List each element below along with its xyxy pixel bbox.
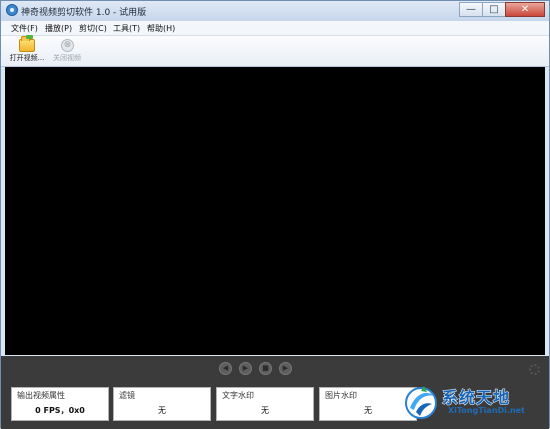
filter-panel[interactable]: 滤镜 无 xyxy=(113,387,211,421)
site-watermark: 系统天地 XiTongTianDi.net xyxy=(398,380,548,426)
settings-gear-icon[interactable] xyxy=(529,364,540,375)
play-icon[interactable]: ▶ xyxy=(239,362,252,375)
toolbar: 打开视频... ⊗ 关闭视频 xyxy=(1,35,549,67)
output-properties-panel[interactable]: 输出视频属性 0 FPS，0x0 xyxy=(11,387,109,421)
open-folder-icon xyxy=(19,35,35,52)
close-video-label: 关闭视频 xyxy=(53,54,81,62)
watermark-url: XiTongTianDi.net xyxy=(448,406,525,415)
text-watermark-title: 文字水印 xyxy=(222,391,254,400)
app-window: 神奇视频剪切软件 1.0 - 试用版 — □ ✕ 文件(F) 播放(P) 剪切(… xyxy=(0,0,550,429)
menu-file[interactable]: 文件(F) xyxy=(11,23,38,34)
stop-icon[interactable]: ■ xyxy=(259,362,272,375)
menu-cut[interactable]: 剪切(C) xyxy=(79,23,107,34)
text-watermark-value: 无 xyxy=(261,406,269,415)
rewind-icon[interactable]: ◀ xyxy=(219,362,232,375)
image-watermark-title: 图片水印 xyxy=(325,391,357,400)
close-window-button[interactable]: ✕ xyxy=(505,2,545,17)
menu-play[interactable]: 播放(P) xyxy=(45,23,72,34)
filter-value: 无 xyxy=(158,406,166,415)
open-video-label: 打开视频... xyxy=(9,54,45,62)
menu-help[interactable]: 帮助(H) xyxy=(147,23,175,34)
maximize-button[interactable]: □ xyxy=(482,2,506,17)
minimize-button[interactable]: — xyxy=(459,2,483,17)
app-logo-icon xyxy=(6,4,18,16)
output-properties-value: 0 FPS，0x0 xyxy=(35,406,85,415)
watermark-logo-icon xyxy=(405,386,437,419)
window-controls: — □ ✕ xyxy=(459,2,545,18)
close-video-button[interactable]: ⊗ 关闭视频 xyxy=(45,37,89,65)
title-bar[interactable]: 神奇视频剪切软件 1.0 - 试用版 — □ ✕ xyxy=(1,1,549,21)
filter-title: 滤镜 xyxy=(119,391,135,400)
watermark-title: 系统天地 xyxy=(441,388,511,408)
close-circle-icon: ⊗ xyxy=(61,39,74,52)
window-title: 神奇视频剪切软件 1.0 - 试用版 xyxy=(21,8,147,18)
output-properties-title: 输出视频属性 xyxy=(17,391,65,400)
forward-icon[interactable]: ▶ xyxy=(279,362,292,375)
open-video-button[interactable]: 打开视频... xyxy=(5,35,49,65)
menu-tools[interactable]: 工具(T) xyxy=(113,23,140,34)
menu-bar: 文件(F) 播放(P) 剪切(C) 工具(T) 帮助(H) xyxy=(1,21,549,36)
video-preview[interactable] xyxy=(5,67,545,355)
text-watermark-panel[interactable]: 文字水印 无 xyxy=(216,387,314,421)
